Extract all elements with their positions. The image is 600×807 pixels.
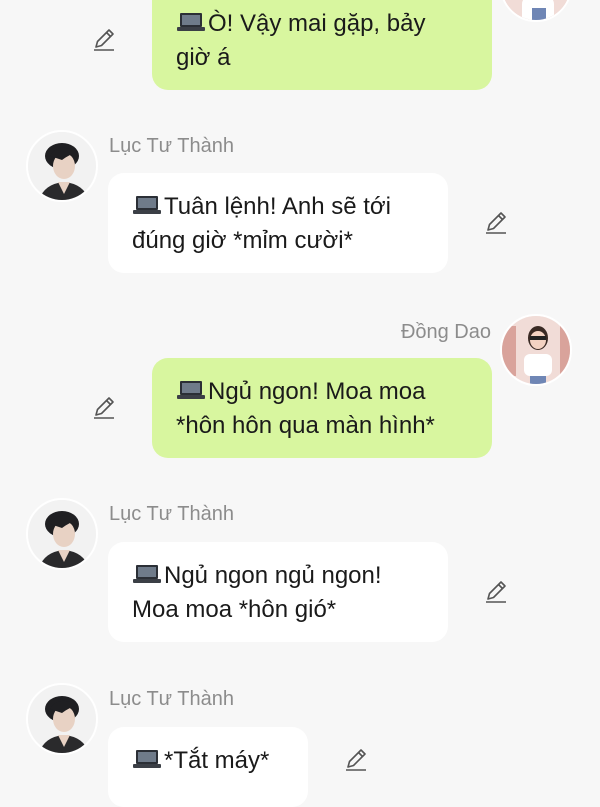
message-bubble-incoming[interactable]: Tuân lệnh! Anh sẽ tới đúng giờ *mỉm cười… [108, 173, 448, 273]
laptop-icon [176, 378, 206, 410]
laptop-icon [132, 747, 162, 779]
edit-icon[interactable] [90, 394, 118, 422]
avatar-luc-tu-thanh[interactable] [26, 683, 98, 755]
sender-name: Lục Tư Thành [109, 688, 234, 710]
message-bubble-incoming[interactable]: Ngủ ngon ngủ ngon! Moa moa *hôn gió* [108, 542, 448, 642]
message-line: *hôn hôn qua màn hình* [176, 412, 435, 439]
edit-icon[interactable] [342, 746, 370, 774]
sender-name: Đồng Dao [400, 321, 491, 343]
laptop-icon [176, 10, 206, 42]
message-bubble-outgoing[interactable]: Ngủ ngon! Moa moa *hôn hôn qua màn hình* [152, 358, 492, 458]
message-line: giờ á [176, 44, 231, 71]
avatar-dong-dao[interactable] [500, 0, 572, 22]
message-line: Tuân lệnh! Anh sẽ tới [132, 191, 424, 225]
avatar-luc-tu-thanh[interactable] [26, 130, 98, 202]
message-bubble-outgoing[interactable]: Ò! Vậy mai gặp, bảy giờ á [152, 0, 492, 90]
edit-icon[interactable] [90, 26, 118, 54]
message-line: Ò! Vậy mai gặp, bảy [176, 8, 468, 42]
laptop-icon [132, 193, 162, 225]
message-line: Moa moa *hôn gió* [132, 596, 337, 623]
message-line: đúng giờ *mỉm cười* [132, 227, 353, 254]
message-bubble-incoming[interactable]: *Tắt máy* [108, 727, 308, 807]
sender-name: Lục Tư Thành [109, 503, 234, 525]
sender-name: Lục Tư Thành [109, 135, 234, 157]
chat-thread: Ò! Vậy mai gặp, bảy giờ á Lục Tư Thành T… [0, 0, 600, 807]
laptop-icon [132, 562, 162, 594]
avatar-dong-dao[interactable] [500, 314, 572, 386]
message-line: Ngủ ngon ngủ ngon! [132, 560, 424, 594]
avatar-luc-tu-thanh[interactable] [26, 498, 98, 570]
edit-icon[interactable] [482, 209, 510, 237]
message-line: Ngủ ngon! Moa moa [176, 376, 468, 410]
edit-icon[interactable] [482, 578, 510, 606]
message-line: *Tắt máy* [132, 745, 284, 779]
